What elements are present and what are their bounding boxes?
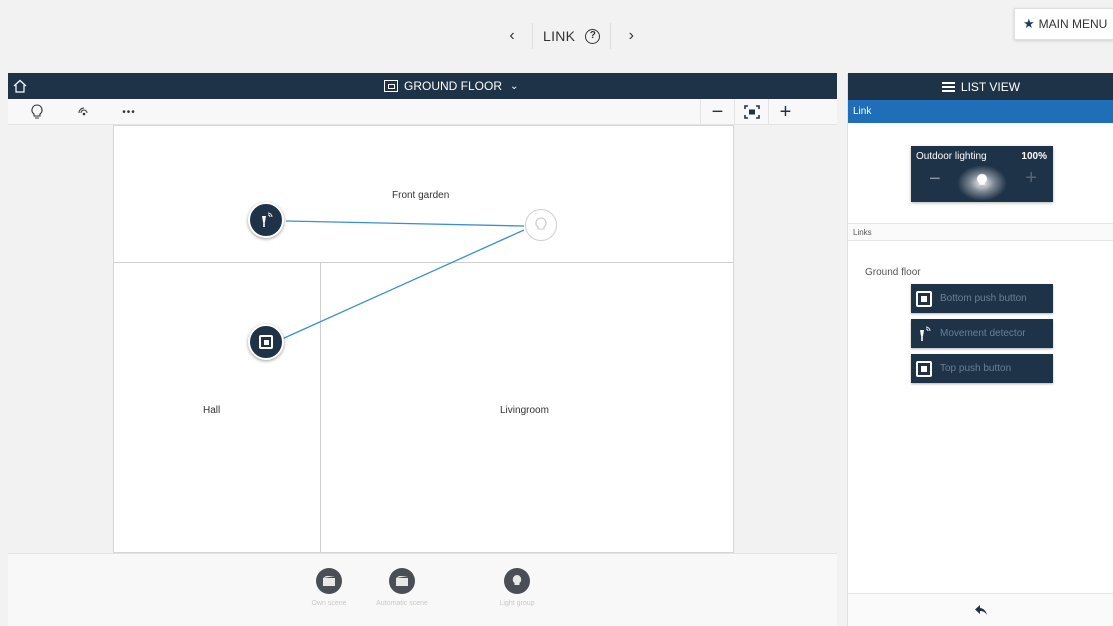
more-options-button[interactable]: ••• bbox=[118, 102, 140, 122]
own-scene-button[interactable]: Own scene bbox=[294, 568, 364, 607]
automatic-scene-label: Automatic scene bbox=[376, 600, 428, 607]
previous-page-button[interactable]: ‹ bbox=[502, 27, 522, 45]
help-icon[interactable]: ? bbox=[585, 28, 601, 44]
links-section-header: Links bbox=[848, 223, 1113, 241]
motion-sensor-icon bbox=[920, 326, 931, 341]
motion-sensor-icon bbox=[262, 212, 273, 227]
zoom-out-button[interactable]: − bbox=[700, 99, 734, 125]
floor-label: GROUND FLOOR bbox=[404, 79, 503, 93]
floor-selector[interactable]: GROUND FLOOR ⌄ bbox=[384, 79, 518, 93]
push-button-icon bbox=[259, 335, 273, 349]
decrease-button[interactable]: − bbox=[929, 168, 941, 191]
motion-sensor-node[interactable] bbox=[248, 202, 284, 238]
increase-button[interactable]: + bbox=[1025, 167, 1037, 190]
plan-toolbar: ••• − + bbox=[8, 99, 837, 125]
group-label: Ground floor bbox=[865, 267, 921, 278]
lightbulb-icon bbox=[535, 217, 547, 230]
next-page-button[interactable]: › bbox=[621, 27, 641, 45]
automatic-scene-button[interactable]: Automatic scene bbox=[367, 568, 437, 607]
section-title: Link bbox=[848, 100, 1113, 123]
lightbulb-icon bbox=[504, 568, 530, 594]
main-menu-label: MAIN MENU bbox=[1038, 17, 1108, 31]
divider bbox=[610, 23, 612, 49]
link-line bbox=[285, 220, 525, 227]
push-button-icon bbox=[916, 360, 932, 377]
chevron-down-icon: ⌄ bbox=[510, 80, 519, 92]
device-name: Outdoor lighting bbox=[916, 151, 987, 162]
floor-bar: GROUND FLOOR ⌄ bbox=[8, 73, 837, 99]
top-bar: ‹ LINK ? › ★ MAIN MENU bbox=[0, 0, 1113, 72]
lightbulb-icon[interactable] bbox=[28, 102, 46, 122]
list-view-label: LIST VIEW bbox=[960, 79, 1021, 94]
fit-screen-icon bbox=[743, 105, 760, 119]
outdoor-lighting-node[interactable] bbox=[525, 209, 557, 241]
floor-plan: Front garden Hall Livingroom bbox=[113, 125, 734, 553]
link-line bbox=[281, 229, 525, 340]
page-title: LINK bbox=[543, 28, 576, 44]
own-scene-label: Own scene bbox=[311, 600, 347, 607]
home-icon[interactable] bbox=[12, 78, 28, 94]
list-view-button[interactable]: LIST VIEW bbox=[848, 73, 1113, 100]
link-lines bbox=[281, 220, 525, 340]
link-button-label: Movement detector bbox=[940, 328, 1026, 339]
device-tile-outdoor-lighting[interactable]: Outdoor lighting 100% − + bbox=[911, 146, 1053, 202]
scene-icon bbox=[316, 568, 342, 594]
list-icon bbox=[941, 80, 955, 94]
main-menu-button[interactable]: ★ MAIN MENU bbox=[1014, 8, 1113, 40]
right-panel: LIST VIEW Link Outdoor lighting 100% − +… bbox=[847, 73, 1113, 626]
link-button-label: Bottom push button bbox=[940, 293, 1027, 304]
bottom-action-bar: Own scene Automatic scene Light group bbox=[8, 553, 837, 626]
fit-screen-button[interactable] bbox=[734, 99, 768, 125]
link-button-label: Top push button bbox=[940, 363, 1012, 374]
light-group-label: Light group bbox=[499, 600, 535, 607]
star-icon: ★ bbox=[1023, 16, 1035, 31]
lightbulb-icon bbox=[976, 173, 988, 188]
wireless-icon[interactable] bbox=[74, 102, 94, 122]
push-button-node[interactable] bbox=[248, 324, 284, 360]
device-value: 100% bbox=[1021, 151, 1047, 162]
back-button[interactable] bbox=[848, 593, 1113, 626]
page-navigation: ‹ LINK ? › bbox=[502, 22, 641, 50]
floor-plan-icon bbox=[384, 80, 398, 92]
link-button-movement-detector[interactable]: Movement detector bbox=[911, 319, 1053, 348]
push-button-icon bbox=[916, 290, 932, 307]
zoom-in-button[interactable]: + bbox=[768, 99, 802, 125]
link-button-bottom-push-button[interactable]: Bottom push button bbox=[911, 284, 1053, 313]
scene-icon bbox=[389, 568, 415, 594]
divider bbox=[532, 23, 533, 49]
light-group-button[interactable]: Light group bbox=[482, 568, 552, 607]
back-arrow-icon bbox=[975, 605, 987, 615]
link-button-top-push-button[interactable]: Top push button bbox=[911, 354, 1053, 383]
